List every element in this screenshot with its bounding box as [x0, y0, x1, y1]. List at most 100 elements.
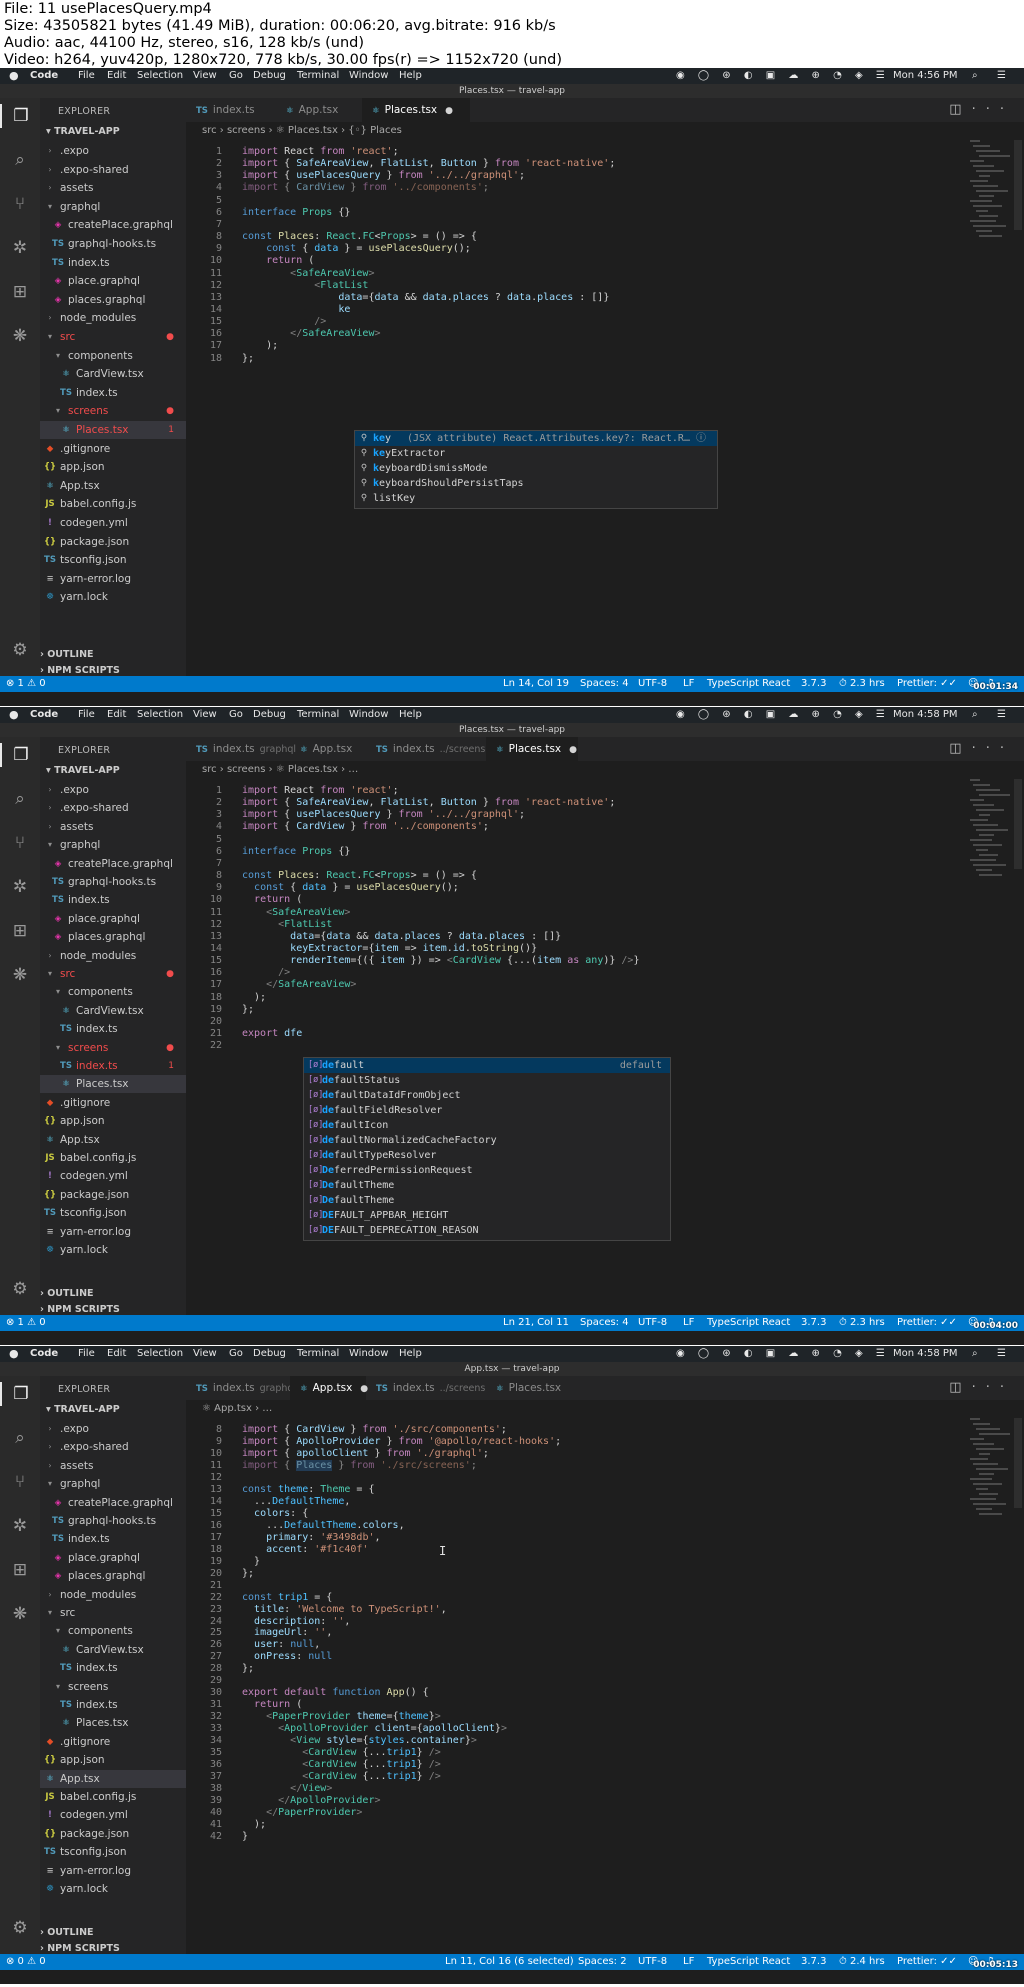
tree-item[interactable]: {} package.json: [40, 1186, 186, 1204]
control-center-icon[interactable]: ☰: [997, 709, 1006, 720]
suggestion-item[interactable]: [ø] defaultTypeResolver: [304, 1148, 670, 1163]
suggestion-item[interactable]: ⚲ key (JSX attribute) React.Attributes.key…: [355, 431, 717, 446]
tree-item[interactable]: ☸ yarn.lock: [40, 1241, 186, 1259]
tree-item[interactable]: ▾ src: [40, 1604, 186, 1622]
control-center-icon[interactable]: ☰: [997, 1348, 1006, 1359]
time-tracker[interactable]: ⏱ 2.3 hrs: [839, 1315, 885, 1331]
debug-icon[interactable]: ✲: [8, 236, 32, 260]
tree-item[interactable]: ◆ .gitignore: [40, 1733, 186, 1751]
tree-item[interactable]: {} app.json: [40, 458, 186, 476]
editor-tab[interactable]: TS index.ts graphql: [186, 737, 296, 761]
tree-item[interactable]: › node_modules: [40, 1586, 186, 1604]
search-icon[interactable]: ⌕: [8, 148, 32, 172]
tree-item[interactable]: ▾ screens ●: [40, 1039, 186, 1057]
minimap[interactable]: [970, 140, 1010, 250]
tree-item[interactable]: › .expo: [40, 142, 186, 160]
code-editor[interactable]: 1 import React from 'react'; 2 import { Saf…: [186, 779, 1024, 1315]
menu-view[interactable]: View: [193, 709, 217, 720]
split-editor-icon[interactable]: ◫: [949, 1380, 971, 1395]
tree-item[interactable]: ⚛ Places.tsx 1: [40, 421, 186, 439]
suggestion-item[interactable]: [ø] DefaultTheme: [304, 1193, 670, 1208]
tree-item[interactable]: TS index.ts: [40, 1530, 186, 1548]
editor-scrollbar[interactable]: [1014, 140, 1022, 230]
menu-code[interactable]: Code: [30, 1348, 58, 1359]
menu-help[interactable]: Help: [399, 1348, 422, 1359]
tree-item[interactable]: TS tsconfig.json: [40, 551, 186, 569]
tree-item[interactable]: ⚛ CardView.tsx: [40, 1641, 186, 1659]
tree-item[interactable]: ⚛ CardView.tsx: [40, 1002, 186, 1020]
extensions-icon[interactable]: ⊞: [8, 919, 32, 943]
tree-item[interactable]: ◆ .gitignore: [40, 1094, 186, 1112]
problems-indicator[interactable]: ⊗ 0 ⚠ 0: [6, 1954, 46, 1970]
prettier-status[interactable]: Prettier: ✓✓: [897, 676, 957, 692]
tree-item[interactable]: TS graphql-hooks.ts: [40, 873, 186, 891]
breadcrumb[interactable]: src › screens › ⚛ Places.tsx › …: [202, 761, 358, 779]
tree-item[interactable]: › .expo-shared: [40, 161, 186, 179]
unsaved-dot-icon[interactable]: ●: [445, 106, 453, 116]
suggestion-widget[interactable]: ⚲ key (JSX attribute) React.Attributes.key…: [354, 430, 718, 509]
tree-item[interactable]: ⚛ Places.tsx: [40, 1714, 186, 1732]
menu-go[interactable]: Go: [229, 709, 243, 720]
tree-item[interactable]: ▾ graphql: [40, 1475, 186, 1493]
menu-terminal[interactable]: Terminal: [297, 70, 339, 81]
menu-debug[interactable]: Debug: [253, 709, 286, 720]
suggestion-item[interactable]: ⚲ keyExtractor: [355, 446, 717, 461]
cursor-position[interactable]: Ln 11, Col 16 (6 selected): [445, 1954, 574, 1970]
tree-item[interactable]: ⚛ Places.tsx: [40, 1075, 186, 1094]
search-icon[interactable]: ⌕: [8, 787, 32, 811]
tree-item[interactable]: ◈ places.graphql: [40, 291, 186, 309]
tree-item[interactable]: › assets: [40, 818, 186, 836]
tree-item[interactable]: › assets: [40, 179, 186, 197]
menu-file[interactable]: File: [78, 709, 95, 720]
editor-scrollbar[interactable]: [1014, 779, 1022, 869]
suggestion-item[interactable]: [ø] DEFAULT_APPBAR_HEIGHT: [304, 1208, 670, 1223]
editor-tab[interactable]: TS index.ts graphql: [186, 1376, 296, 1400]
tree-item[interactable]: ▾ src ●: [40, 965, 186, 983]
menu-go[interactable]: Go: [229, 1348, 243, 1359]
menu-go[interactable]: Go: [229, 70, 243, 81]
menu-view[interactable]: View: [193, 70, 217, 81]
tree-item[interactable]: {} app.json: [40, 1751, 186, 1769]
more-actions-icon[interactable]: ···: [972, 741, 1014, 756]
tree-item[interactable]: ! codegen.yml: [40, 1167, 186, 1185]
tree-item[interactable]: TS index.ts: [40, 1020, 186, 1038]
tree-item[interactable]: ◈ createPlace.graphql: [40, 216, 186, 234]
editor-tab[interactable]: ⚛ App.tsx: [276, 98, 362, 122]
workspace-root[interactable]: ▾ TRAVEL-APP: [46, 1404, 120, 1415]
tree-item[interactable]: {} package.json: [40, 1825, 186, 1843]
editor-tab[interactable]: ⚛ Places.tsx: [486, 1376, 578, 1400]
tree-item[interactable]: JS babel.config.js: [40, 1149, 186, 1167]
code-editor[interactable]: 8 import { CardView } from './src/compone…: [186, 1418, 1024, 1954]
menu-selection[interactable]: Selection: [137, 709, 183, 720]
encoding[interactable]: UTF-8: [638, 676, 667, 692]
breadcrumb[interactable]: ⚛ App.tsx › …: [202, 1400, 272, 1418]
apple-icon[interactable]: ●: [9, 1347, 19, 1360]
problems-indicator[interactable]: ⊗ 1 ⚠ 0: [6, 1315, 46, 1331]
menu-edit[interactable]: Edit: [107, 70, 126, 81]
remote-icon[interactable]: ❋: [8, 1602, 32, 1626]
manage-gear-icon[interactable]: ⚙: [8, 1916, 32, 1940]
suggestion-item[interactable]: ⚲ listKey: [355, 491, 717, 506]
remote-icon[interactable]: ❋: [8, 963, 32, 987]
minimap[interactable]: [970, 779, 1010, 889]
menu-edit[interactable]: Edit: [107, 1348, 126, 1359]
menu-window[interactable]: Window: [349, 70, 388, 81]
editor-tab[interactable]: TS index.ts ../screens: [366, 1376, 486, 1400]
breadcrumb[interactable]: src › screens › ⚛ Places.tsx › {◦} Place…: [202, 122, 402, 140]
debug-icon[interactable]: ✲: [8, 875, 32, 899]
source-control-icon[interactable]: ⑂: [8, 1470, 32, 1494]
tree-item[interactable]: ▾ graphql: [40, 198, 186, 216]
suggestion-item[interactable]: [ø] defaultNormalizedCacheFactory: [304, 1133, 670, 1148]
remote-icon[interactable]: ❋: [8, 324, 32, 348]
split-editor-icon[interactable]: ◫: [949, 741, 971, 756]
tree-item[interactable]: TS index.ts: [40, 1659, 186, 1677]
suggestion-item[interactable]: [ø] DeferredPermissionRequest: [304, 1163, 670, 1178]
tree-item[interactable]: › node_modules: [40, 947, 186, 965]
tree-item[interactable]: TS index.ts 1: [40, 1057, 186, 1075]
tree-item[interactable]: ! codegen.yml: [40, 1806, 186, 1824]
suggestion-item[interactable]: [ø] defaultIcon: [304, 1118, 670, 1133]
tree-item[interactable]: ▾ graphql: [40, 836, 186, 854]
tree-item[interactable]: › .expo-shared: [40, 1438, 186, 1456]
spotlight-icon[interactable]: ⌕: [972, 709, 978, 720]
indentation[interactable]: Spaces: 4: [580, 676, 629, 692]
